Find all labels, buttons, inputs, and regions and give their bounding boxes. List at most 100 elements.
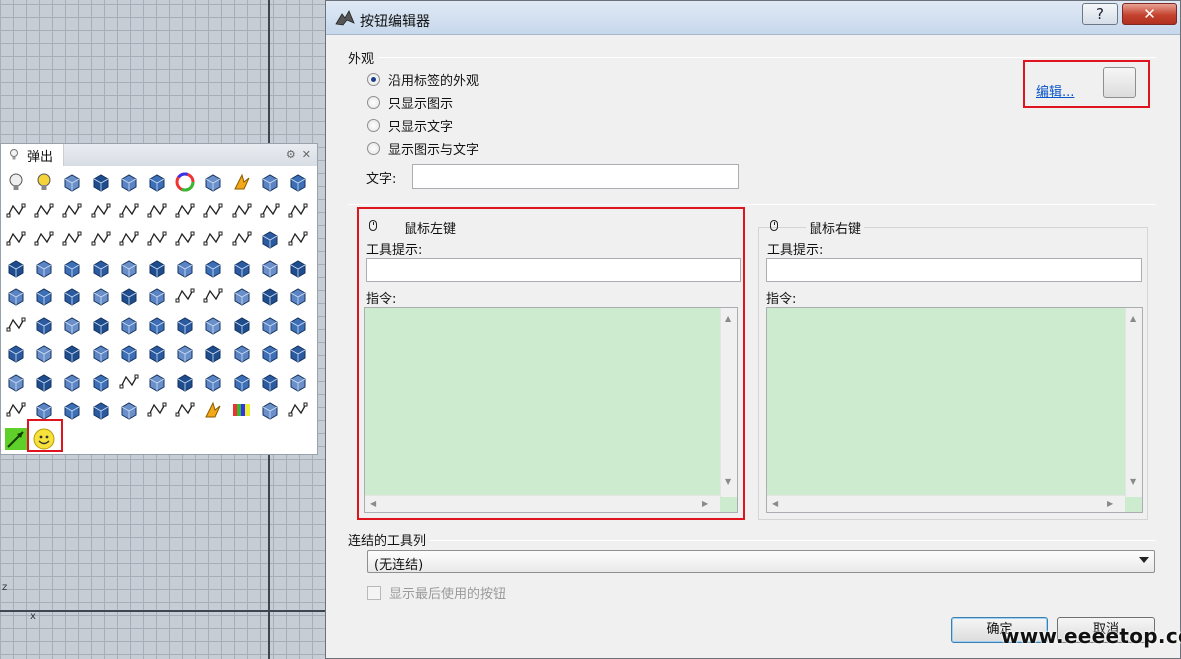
chain-icon[interactable] bbox=[173, 370, 197, 394]
arc-icon[interactable] bbox=[286, 199, 310, 223]
polyline-icon[interactable] bbox=[4, 199, 28, 223]
surface-icon[interactable] bbox=[4, 256, 28, 280]
hook-icon[interactable] bbox=[230, 227, 254, 251]
rect-icon[interactable] bbox=[4, 227, 28, 251]
scroll-left-icon[interactable]: ◀ bbox=[370, 499, 376, 508]
text-input[interactable] bbox=[412, 164, 739, 189]
lock-icon[interactable] bbox=[60, 170, 84, 194]
magnify-icon[interactable] bbox=[258, 398, 282, 422]
shell-icon[interactable] bbox=[60, 313, 84, 337]
corner-curve-icon[interactable] bbox=[60, 227, 84, 251]
checkbox-box[interactable] bbox=[367, 585, 381, 600]
slant-icon[interactable] bbox=[173, 341, 197, 365]
scroll-down-icon[interactable]: ▼ bbox=[725, 477, 731, 486]
rectangle-dashed-icon[interactable] bbox=[32, 199, 56, 223]
left-command-hscroll[interactable]: ◀ ▶ bbox=[365, 495, 720, 512]
dimension-icon[interactable] bbox=[145, 398, 169, 422]
stairs-icon[interactable] bbox=[145, 370, 169, 394]
radio-icon-and-text[interactable]: 显示图示与文字 bbox=[367, 139, 479, 158]
surface2-icon[interactable] bbox=[32, 256, 56, 280]
right-command-vscroll[interactable]: ▲ ▼ bbox=[1125, 308, 1142, 497]
lightbulb-icon[interactable] bbox=[4, 170, 28, 194]
number-icon[interactable] bbox=[173, 227, 197, 251]
scroll-left-icon[interactable]: ◀ bbox=[772, 499, 778, 508]
vert-icon[interactable] bbox=[286, 370, 310, 394]
extrude-icon[interactable] bbox=[258, 341, 282, 365]
stack-icon[interactable] bbox=[230, 313, 254, 337]
arc3-icon[interactable] bbox=[201, 284, 225, 308]
panel-icon[interactable] bbox=[4, 284, 28, 308]
cylinder-icon[interactable] bbox=[230, 341, 254, 365]
loading-icon[interactable] bbox=[145, 284, 169, 308]
pipe-icon[interactable] bbox=[201, 313, 225, 337]
slab-icon[interactable] bbox=[145, 341, 169, 365]
box-icon[interactable] bbox=[89, 256, 113, 280]
fold-icon[interactable] bbox=[89, 313, 113, 337]
close-button[interactable]: ✕ bbox=[1122, 3, 1177, 25]
twist2-icon[interactable] bbox=[117, 313, 141, 337]
sphere-number-icon[interactable] bbox=[286, 398, 310, 422]
show-last-used-checkbox[interactable]: 显示最后使用的按钮 bbox=[367, 583, 506, 602]
plane-icon[interactable] bbox=[145, 313, 169, 337]
curl-icon[interactable] bbox=[258, 370, 282, 394]
column-icon[interactable] bbox=[4, 341, 28, 365]
edit-icon-link[interactable]: 编辑... bbox=[1036, 81, 1074, 100]
arc2-icon[interactable] bbox=[173, 284, 197, 308]
point-pair-icon[interactable] bbox=[89, 199, 113, 223]
zoom-extents-icon[interactable] bbox=[89, 170, 113, 194]
scroll-right-icon[interactable]: ▶ bbox=[702, 499, 708, 508]
left-command-vscroll[interactable]: ▲ ▼ bbox=[720, 308, 737, 497]
arrow-line-icon[interactable] bbox=[4, 398, 28, 422]
point-rect-icon[interactable] bbox=[60, 199, 84, 223]
popup-tab[interactable]: 弹出 bbox=[1, 144, 65, 166]
gear-icon[interactable]: ⚙ bbox=[286, 148, 296, 161]
scroll-up-icon[interactable]: ▲ bbox=[1130, 314, 1136, 323]
flag-icon[interactable] bbox=[60, 398, 84, 422]
lightning-icon[interactable] bbox=[230, 170, 254, 194]
left-tooltip-input[interactable] bbox=[366, 258, 741, 282]
curve-ctrl-icon[interactable] bbox=[230, 199, 254, 223]
solid-icon[interactable] bbox=[201, 341, 225, 365]
radio-use-label-appearance[interactable]: 沿用标签的外观 bbox=[367, 70, 479, 89]
surface4-icon[interactable] bbox=[117, 256, 141, 280]
people-icon[interactable] bbox=[230, 256, 254, 280]
bracket2-icon[interactable] bbox=[117, 370, 141, 394]
left-command-area[interactable]: ▲ ▼ ◀ ▶ bbox=[364, 307, 738, 513]
tool-icon[interactable] bbox=[258, 284, 282, 308]
curve-points-icon[interactable] bbox=[201, 199, 225, 223]
surface6-icon[interactable] bbox=[173, 256, 197, 280]
help-button[interactable]: ? bbox=[1082, 3, 1118, 25]
graph-icon[interactable] bbox=[32, 370, 56, 394]
gear-icon[interactable] bbox=[201, 170, 225, 194]
node-icon[interactable] bbox=[117, 284, 141, 308]
slope-icon[interactable] bbox=[230, 370, 254, 394]
sheet-icon[interactable] bbox=[258, 227, 282, 251]
surface5-icon[interactable] bbox=[145, 256, 169, 280]
dialog-titlebar[interactable]: 按钮编辑器 ? ✕ bbox=[326, 1, 1180, 35]
shade-icon[interactable] bbox=[117, 170, 141, 194]
bracket-icon[interactable] bbox=[286, 227, 310, 251]
radio-text-only[interactable]: 只显示文字 bbox=[367, 116, 453, 135]
color-bars-icon[interactable] bbox=[230, 398, 254, 422]
right-command-area[interactable]: ▲ ▼ ◀ ▶ bbox=[766, 307, 1143, 513]
cut-icon[interactable] bbox=[286, 284, 310, 308]
color-wheel-icon[interactable] bbox=[173, 170, 197, 194]
green-leaf-icon[interactable] bbox=[4, 427, 28, 451]
cube-icon[interactable] bbox=[32, 341, 56, 365]
panel2-icon[interactable] bbox=[32, 284, 56, 308]
blocks-icon[interactable] bbox=[89, 370, 113, 394]
diamond-icon[interactable] bbox=[201, 370, 225, 394]
chevron-down-icon[interactable] bbox=[1139, 557, 1149, 563]
split-icon[interactable] bbox=[117, 341, 141, 365]
scroll-up-icon[interactable]: ▲ bbox=[725, 314, 731, 323]
wedge-icon[interactable] bbox=[286, 341, 310, 365]
steps-icon[interactable] bbox=[60, 370, 84, 394]
light-on-icon[interactable] bbox=[32, 170, 56, 194]
box-gold-icon[interactable] bbox=[201, 398, 225, 422]
point-line-icon[interactable] bbox=[173, 199, 197, 223]
cylinder-outline-icon[interactable] bbox=[201, 227, 225, 251]
angle-icon[interactable] bbox=[173, 398, 197, 422]
scroll-down-icon[interactable]: ▼ bbox=[1130, 477, 1136, 486]
cube2-icon[interactable] bbox=[60, 341, 84, 365]
mirror-icon[interactable] bbox=[286, 256, 310, 280]
